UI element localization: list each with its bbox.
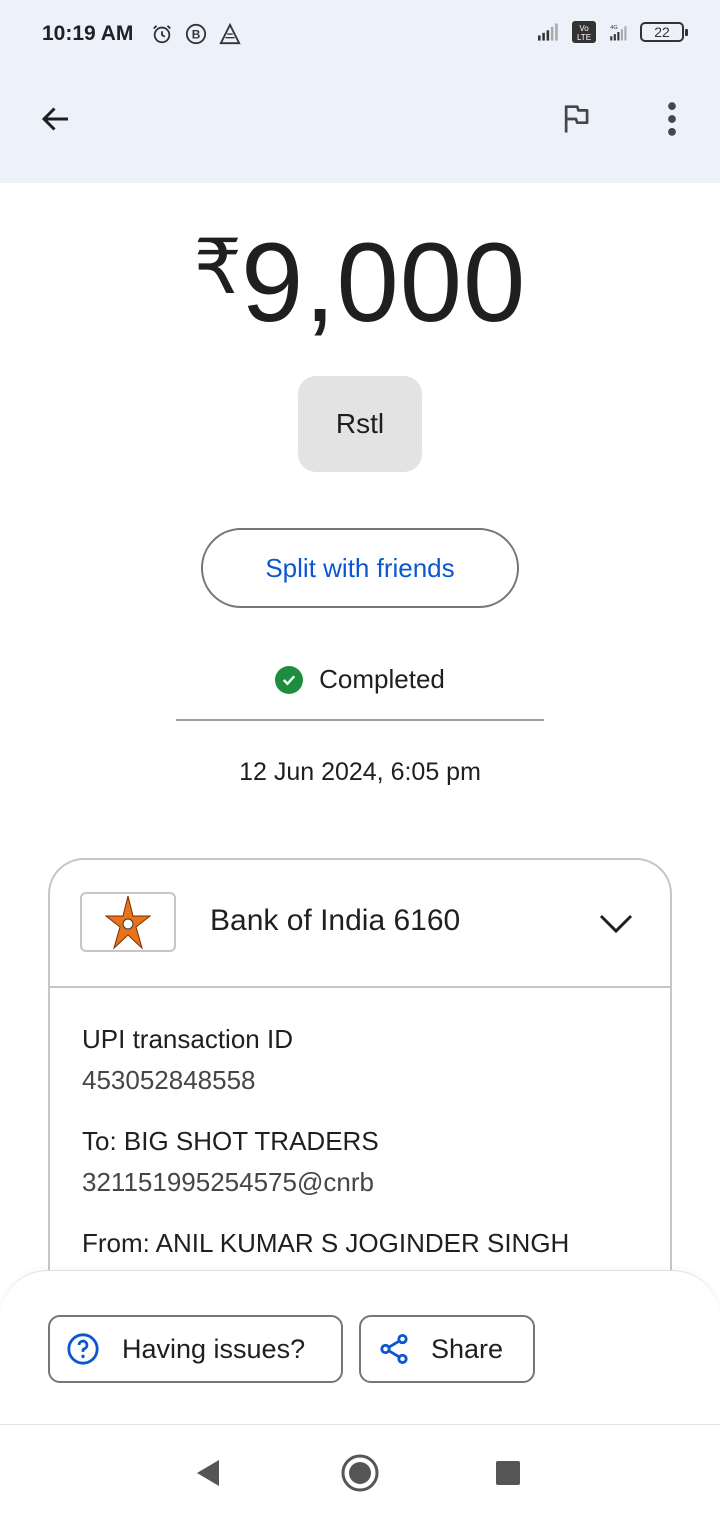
status-time: 10:19 AM — [42, 22, 134, 45]
app-bar — [0, 70, 720, 183]
nav-home-button[interactable] — [336, 1449, 384, 1497]
transaction-status: Completed — [0, 664, 720, 695]
chevron-down-icon[interactable] — [596, 904, 636, 944]
field-value[interactable]: 453052848558 — [82, 1065, 642, 1096]
bottom-action-bar: Having issues? Share — [0, 1270, 720, 1426]
signal-icon — [538, 20, 562, 44]
split-with-friends-button[interactable]: Split with friends — [201, 528, 519, 608]
transaction-details-card: Bank of India 6160 UPI transaction ID 45… — [48, 858, 672, 1328]
check-circle-icon — [275, 665, 304, 694]
bank-account-name: Bank of India 6160 — [210, 904, 461, 937]
system-navigation-bar — [0, 1424, 720, 1520]
sender-field: From: ANIL KUMAR S JOGINDER SINGH — [82, 1228, 642, 1259]
triangle-back-icon — [197, 1460, 219, 1486]
having-issues-label: Having issues? — [122, 1333, 306, 1364]
field-label: UPI transaction ID — [82, 1024, 293, 1054]
status-label: Completed — [319, 664, 445, 694]
share-icon — [380, 1333, 408, 1365]
having-issues-button[interactable]: Having issues? — [48, 1315, 343, 1383]
card-body: UPI transaction ID 453052848558 To: BIG … — [82, 1024, 642, 1289]
bank-of-india-star-icon — [104, 895, 152, 950]
divider — [176, 719, 544, 721]
square-recents-icon — [496, 1461, 520, 1485]
status-bar: 10:19 AM B Vo LTE 4G 22 — [0, 0, 720, 70]
battery-indicator: 22 — [640, 22, 688, 42]
field-value[interactable]: 321151995254575@cnrb — [82, 1167, 642, 1198]
svg-text:4G: 4G — [610, 25, 618, 31]
upi-id-field: UPI transaction ID 453052848558 — [82, 1024, 642, 1096]
report-button[interactable] — [548, 91, 604, 147]
status-icons-right: Vo LTE 4G 22 — [538, 20, 688, 44]
field-label: From: ANIL KUMAR S JOGINDER SINGH — [82, 1228, 570, 1258]
currency-symbol: ₹ — [193, 225, 244, 310]
arrow-back-icon — [41, 107, 68, 131]
app-notification-icon — [218, 22, 242, 46]
volte-icon: Vo LTE — [572, 20, 596, 44]
help-circle-icon — [67, 1333, 99, 1365]
transaction-datetime: 12 Jun 2024, 6:05 pm — [239, 758, 481, 786]
more-options-button[interactable] — [644, 91, 700, 147]
alarm-icon — [150, 22, 174, 46]
nav-back-button[interactable] — [184, 1449, 232, 1497]
back-button[interactable] — [28, 91, 84, 147]
share-button[interactable]: Share — [359, 1315, 535, 1383]
circle-home-icon — [341, 1454, 379, 1492]
bank-logo — [80, 892, 176, 952]
status-icons-left: B — [150, 22, 242, 46]
field-label: To: BIG SHOT TRADERS — [82, 1126, 379, 1156]
nav-recents-button[interactable] — [484, 1449, 532, 1497]
transaction-amount: ₹9,000 — [0, 218, 720, 347]
bank-account-header[interactable]: Bank of India 6160 — [50, 860, 670, 988]
more-vert-icon — [668, 102, 676, 136]
payment-note: Rstl — [298, 376, 422, 472]
amount-value: 9,000 — [241, 220, 527, 345]
svg-text:Vo: Vo — [579, 24, 589, 33]
share-label: Share — [431, 1333, 504, 1364]
flag-icon — [564, 105, 589, 133]
svg-text:LTE: LTE — [577, 33, 591, 42]
b-notification-icon: B — [184, 22, 208, 46]
signal-4g-icon: 4G — [606, 20, 630, 44]
recipient-field: To: BIG SHOT TRADERS 321151995254575@cnr… — [82, 1126, 642, 1198]
svg-text:B: B — [192, 28, 201, 42]
